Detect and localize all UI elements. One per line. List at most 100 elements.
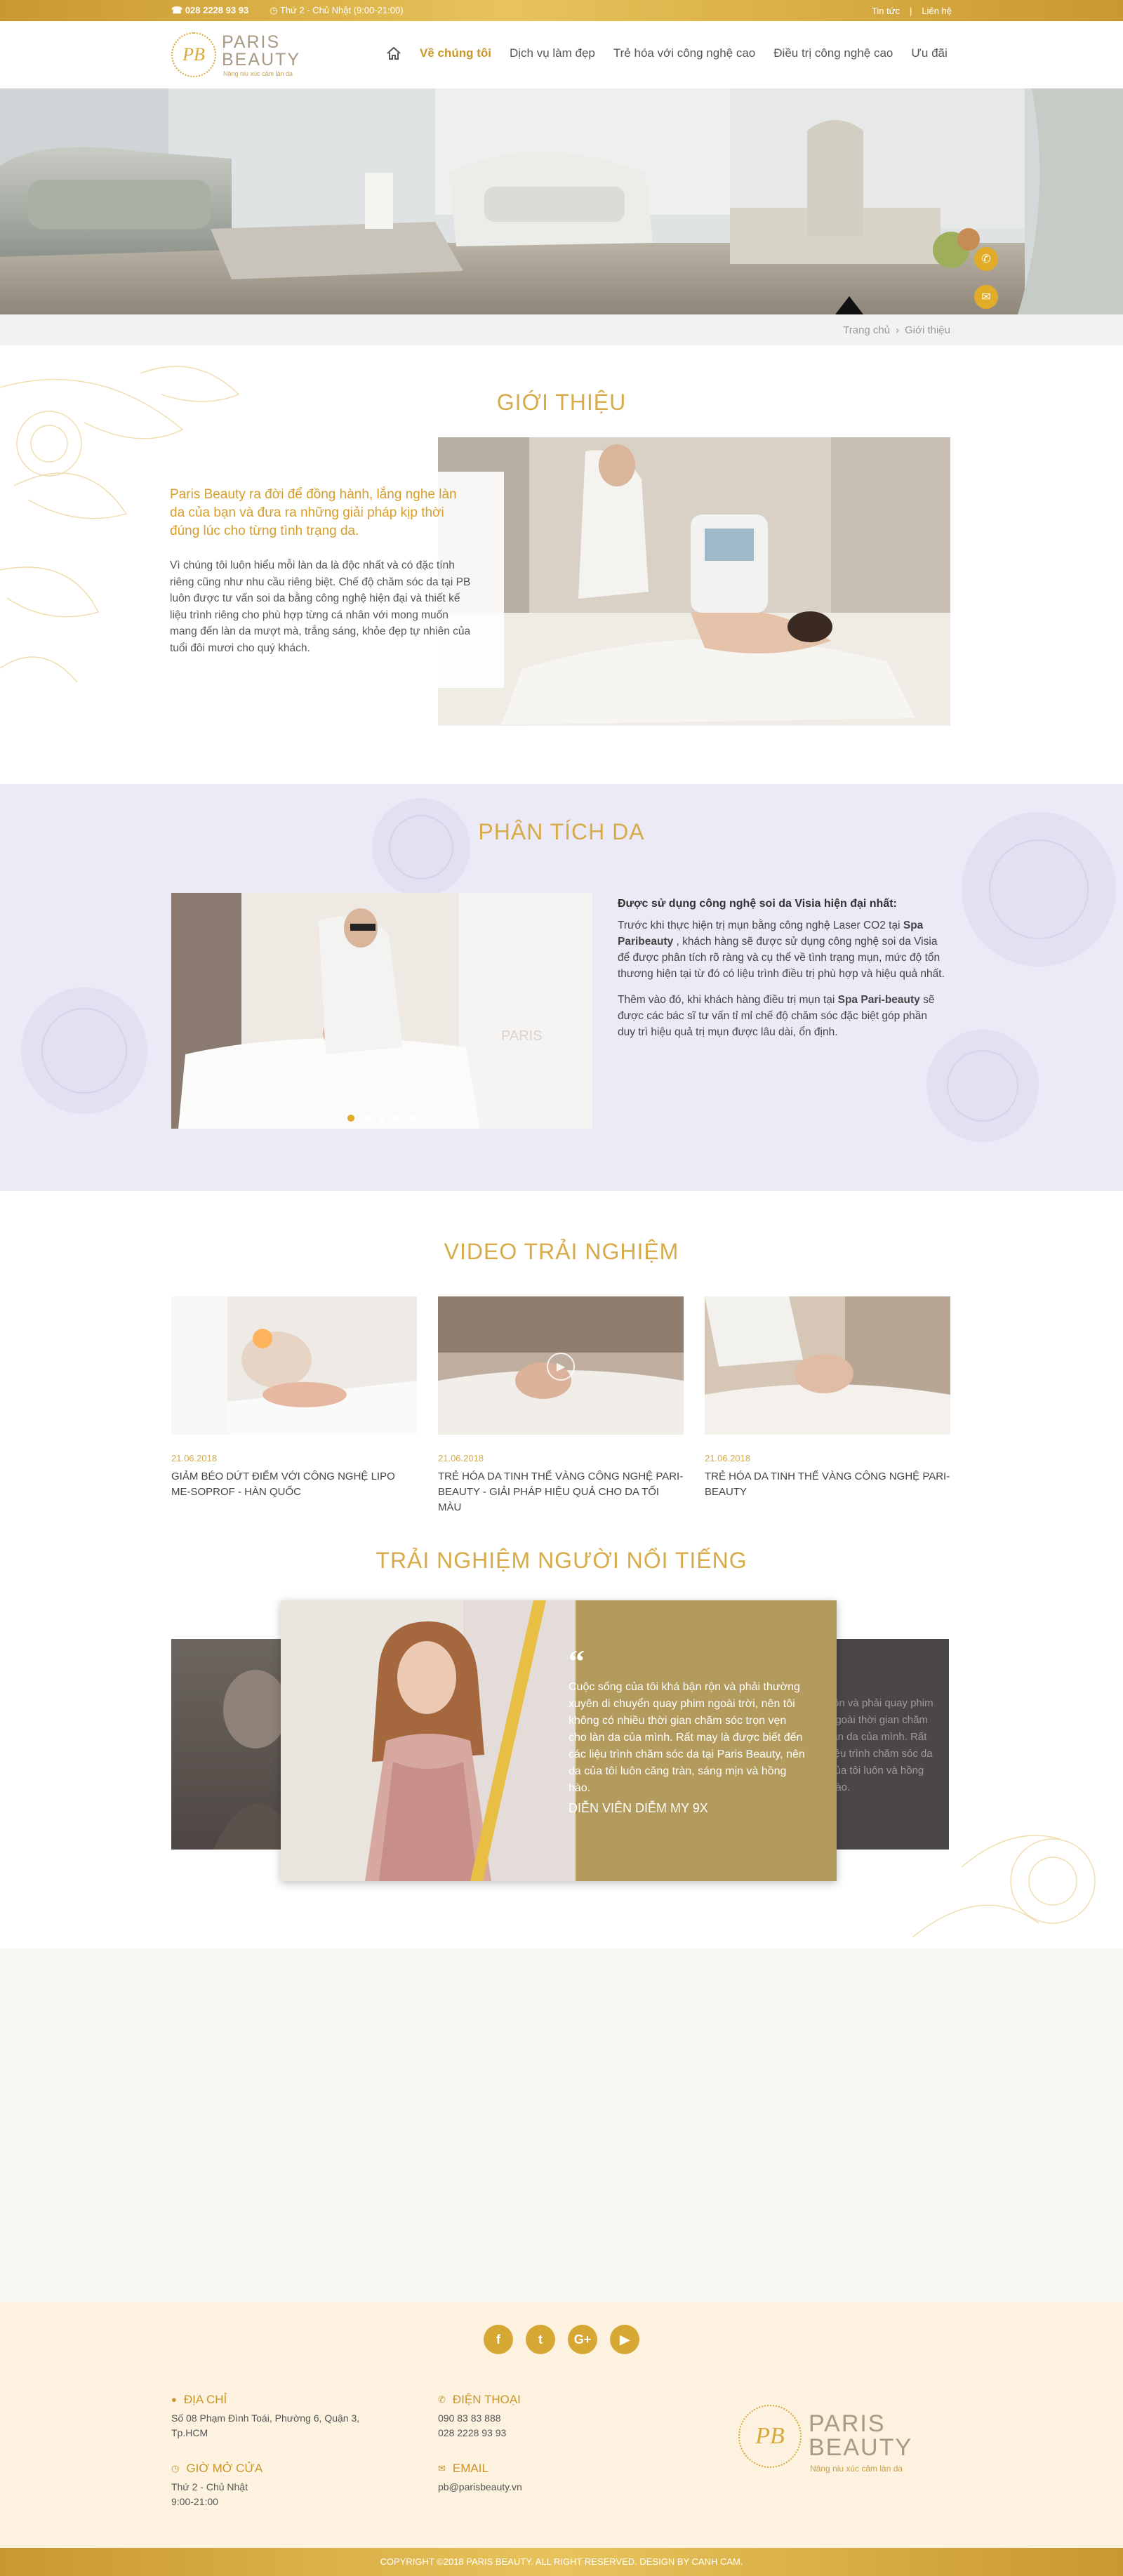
video-thumbnail[interactable]: ▶ [438, 1296, 684, 1435]
nav-beauty-services[interactable]: Dịch vụ làm đẹp [510, 46, 595, 60]
video-title[interactable]: TRẺ HÓA DA TINH THỂ VÀNG CÔNG NGHỆ PARI-… [438, 1469, 684, 1515]
nav-treatment[interactable]: Điều trị công nghệ cao [773, 46, 893, 60]
slider-dot[interactable] [347, 1115, 354, 1122]
logo-tagline: Nâng niu xúc cảm làn da [223, 70, 293, 77]
chevron-right-icon: › [896, 324, 900, 336]
address-heading: ● ĐỊA CHỈ [171, 2392, 389, 2407]
divider: | [909, 5, 912, 16]
phone-icon[interactable]: ✆ [974, 247, 998, 271]
phone-number[interactable]: 028 2228 93 93 [438, 2426, 649, 2441]
text: Trước khi thực hiện trị mụn bằng công ng… [618, 919, 903, 931]
nav-rejuvenation[interactable]: Trẻ hóa với công nghệ cao [613, 46, 755, 60]
floating-actions: ✆ ✉ ⌕ [974, 247, 998, 314]
news-link[interactable]: Tin tức [872, 6, 900, 16]
logo-line1: PARIS [809, 2410, 886, 2437]
email-label: EMAIL [452, 2462, 489, 2475]
breadcrumb-bar: Trang chủ › Giới thiệu [0, 314, 1123, 345]
chat-icon[interactable]: ✉ [974, 285, 998, 309]
email-heading: ✉ EMAIL [438, 2461, 649, 2476]
breadcrumb-home[interactable]: Trang chủ [843, 324, 890, 336]
text: Thêm vào đó, khi khách hàng điều trị mụn… [618, 994, 838, 1006]
main-nav: Về chúng tôi Dịch vụ làm đẹp Trẻ hóa với… [386, 21, 948, 86]
video-card[interactable]: 21.06.2018 TRẺ HÓA DA TINH THỂ VÀNG CÔNG… [705, 1296, 950, 1500]
nav-about[interactable]: Về chúng tôi [420, 46, 491, 60]
intro-body: Vì chúng tôi luôn hiểu mỗi làn da là độc… [170, 559, 471, 654]
logo-tagline: Nâng niu xúc cảm làn da [810, 2464, 903, 2474]
footer-hours: ◷ GIỜ MỞ CỬA Thứ 2 - Chủ Nhật 9:00-21:00 [171, 2461, 382, 2509]
skin-text: Được sử dụng công nghệ soi da Visia hiện… [618, 896, 948, 1050]
logo-mark: PB [171, 32, 216, 77]
nav-promotions[interactable]: Ưu đãi [911, 46, 947, 60]
video-date: 21.06.2018 [171, 1453, 218, 1463]
video-card[interactable]: 21.06.2018 GIẢM BÉO DỨT ĐIỂM VỚI CÔNG NG… [171, 1296, 417, 1500]
contact-link[interactable]: Liên hệ [922, 6, 952, 16]
video-title[interactable]: GIẢM BÉO DỨT ĐIỂM VỚI CÔNG NGHỆ LIPO ME-… [171, 1469, 417, 1500]
map-pin-icon: ● [171, 2394, 177, 2405]
video-thumbnail[interactable] [705, 1296, 950, 1435]
slider-dot[interactable] [409, 1115, 416, 1122]
address-label: ĐỊA CHỈ [183, 2393, 227, 2406]
brand-name: Spa Pari-beauty [837, 994, 920, 1006]
home-icon[interactable] [386, 46, 401, 60]
skin-heading: Được sử dụng công nghệ soi da Visia hiện… [618, 898, 897, 910]
clock-icon: ◷ [171, 2463, 180, 2474]
skin-paragraph-2: Thêm vào đó, khi khách hàng điều trị mụn… [618, 992, 948, 1040]
opening-hours-text: Thứ 2 - Chủ Nhật (9:00-21:00) [279, 5, 404, 15]
phone-label: ĐIỆN THOẠI [452, 2393, 521, 2406]
phone-number[interactable]: 028 2228 93 93 [185, 5, 248, 15]
site-logo[interactable]: PB PARIS BEAUTY Nâng niu xúc cảm làn da [171, 28, 312, 81]
celebrity-card: “ Cuộc sống của tôi khá bận rộn và phải … [281, 1600, 837, 1881]
video-thumbnail[interactable] [171, 1296, 417, 1435]
celebrity-name: DIỄN VIÊN DIỄM MY 9X [569, 1801, 708, 1815]
celebrity-title: TRẢI NGHIỆM NGƯỜI NỔI TIẾNG [376, 1548, 747, 1573]
quote-icon: “ [569, 1643, 585, 1679]
email-address[interactable]: pb@parisbeauty.vn [438, 2480, 649, 2495]
mail-icon: ✉ [438, 2463, 446, 2474]
logo-line2: BEAUTY [809, 2434, 913, 2461]
videos-title: VIDEO TRẢI NGHIỆM [444, 1239, 679, 1264]
footer-email: ✉ EMAIL pb@parisbeauty.vn [438, 2461, 649, 2495]
skin-slide-image: PARIS [171, 893, 592, 1129]
slider-dots [171, 1115, 592, 1122]
facebook-icon[interactable]: f [484, 2325, 513, 2354]
hero-banner-image [0, 88, 1123, 314]
logo-line2: BEAUTY [222, 50, 301, 69]
blank-section [0, 1948, 1123, 2302]
gold-stripe-decoration [470, 1600, 546, 1881]
logo-mark: PB [738, 2405, 802, 2468]
footer-logo[interactable]: PB PARIS BEAUTY Nâng niu xúc cảm làn da [738, 2405, 921, 2482]
celebrity-quote: Cuộc sống của tôi khá bận rộn và phải th… [569, 1681, 805, 1794]
hero-banner: ✆ ✉ ⌕ [0, 88, 1123, 314]
breadcrumb-current: Giới thiệu [905, 324, 950, 336]
video-title[interactable]: TRẺ HÓA DA TINH THỂ VÀNG CÔNG NGHỆ PARI-… [705, 1469, 950, 1500]
hours-days: Thứ 2 - Chủ Nhật [171, 2481, 248, 2492]
skin-slider[interactable]: PARIS [171, 893, 592, 1129]
hours-label: GIỜ MỞ CỬA [186, 2462, 263, 2475]
slider-dot[interactable] [394, 1115, 401, 1122]
phone-icon: ✆ [438, 2394, 446, 2405]
logo-line1: PARIS [222, 32, 281, 52]
slider-dot[interactable] [363, 1115, 370, 1122]
slider-dot[interactable] [378, 1115, 385, 1122]
next-card-quote: rộn và phải quay phim ngoài thời gian ch… [830, 1697, 933, 1793]
hours-heading: ◷ GIỜ MỞ CỬA [171, 2461, 382, 2476]
youtube-icon[interactable]: ▶ [610, 2325, 639, 2354]
intro-text-box: Paris Beauty ra đời để đồng hành, lắng n… [160, 472, 504, 688]
phone-contact[interactable]: ☎ 028 2228 93 93 [171, 5, 248, 16]
video-date: 21.06.2018 [438, 1453, 484, 1463]
intro-image [438, 437, 950, 726]
phone-number[interactable]: 090 83 83 888 [438, 2411, 649, 2426]
twitter-icon[interactable]: t [526, 2325, 555, 2354]
svg-text:PARIS: PARIS [501, 1028, 543, 1044]
opening-hours: ◷ Thứ 2 - Chủ Nhật (9:00-21:00) [270, 5, 404, 15]
video-card[interactable]: ▶ 21.06.2018 TRẺ HÓA DA TINH THỂ VÀNG CÔ… [438, 1296, 684, 1515]
play-icon[interactable]: ▶ [547, 1353, 575, 1381]
google-plus-icon[interactable]: G+ [568, 2325, 597, 2354]
logo-wordmark: PARIS BEAUTY [222, 34, 300, 69]
footer-phone: ✆ ĐIỆN THOẠI 090 83 83 888 028 2228 93 93 [438, 2392, 649, 2441]
skin-title: PHÂN TÍCH DA [478, 819, 645, 844]
video-date: 21.06.2018 [705, 1453, 751, 1463]
copyright-bar: COPYRIGHT ©2018 PARIS BEAUTY. ALL RIGHT … [0, 2548, 1123, 2576]
intro-lead: Paris Beauty ra đời để đồng hành, lắng n… [170, 487, 457, 538]
hours-time: 9:00-21:00 [171, 2496, 218, 2507]
